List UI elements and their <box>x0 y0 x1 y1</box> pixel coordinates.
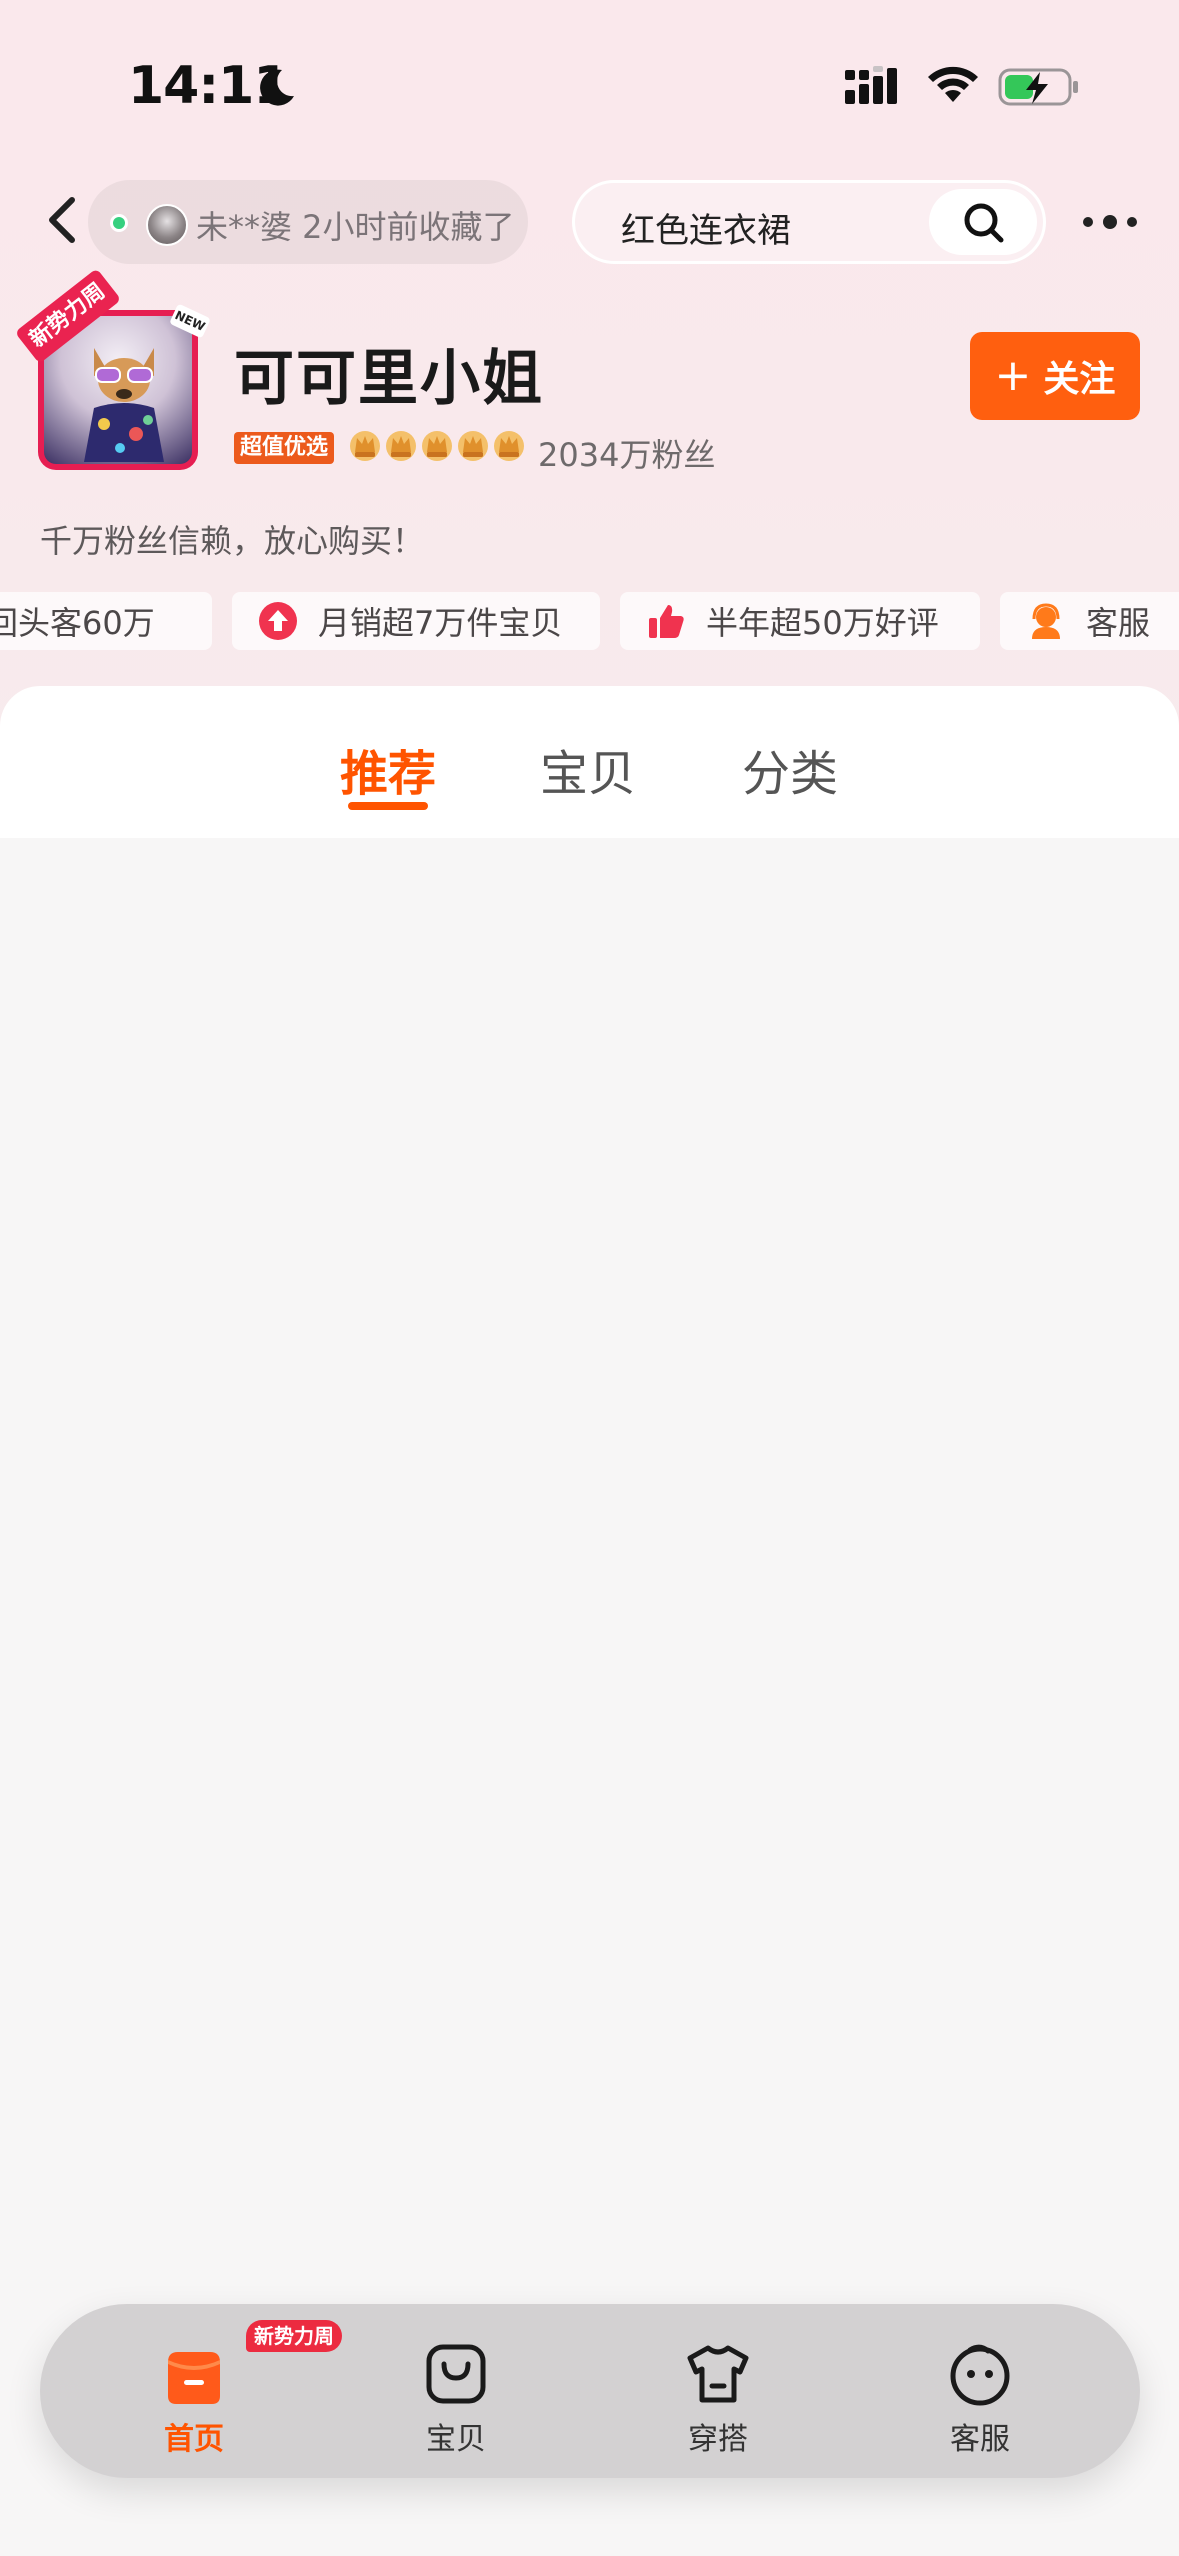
nav-label: 宝贝 <box>426 2422 486 2457</box>
crown-icon <box>386 431 416 461</box>
nav-home[interactable]: 新势力周 首页 <box>94 2304 342 2478</box>
home-shop-icon <box>168 2352 220 2404</box>
shop-highlights-row[interactable]: 回头客60万 月销超7万件宝贝 半年超50万好评 客服 <box>0 592 1179 650</box>
follow-label: 关注 <box>1043 359 1116 400</box>
search-text: 红色连衣裙 <box>621 211 791 251</box>
highlight-chip[interactable]: 客服 <box>1000 592 1179 650</box>
fans-count: 2034万粉丝 <box>538 436 716 474</box>
nav-outfit[interactable]: 穿搭 <box>618 2304 818 2478</box>
search-icon <box>964 203 1004 243</box>
highlight-label: 客服 <box>1086 604 1151 642</box>
shop-logo[interactable]: 新势力周 NEW <box>14 268 211 476</box>
crown-icon <box>494 431 524 461</box>
thumbs-up-icon <box>649 605 684 638</box>
bottom-navigation: 新势力周 首页 宝贝 穿搭 客服 <box>40 2304 1140 2478</box>
shop-name: 可可里小姐 <box>234 344 544 414</box>
shop-level-crowns <box>348 428 526 464</box>
cellular-signal-icon <box>845 66 897 104</box>
tab-category[interactable]: 分类 <box>742 734 838 804</box>
visitor-text: 未**婆 2小时前收藏了 <box>196 208 515 246</box>
moon-icon <box>260 69 294 106</box>
search-input[interactable]: 红色连衣裙 <box>572 180 1046 264</box>
service-face-icon <box>950 2344 1010 2406</box>
up-arrow-icon <box>259 602 297 640</box>
visitor-avatar <box>146 204 188 246</box>
back-arrow-icon[interactable] <box>40 192 84 248</box>
customer-service-icon <box>1032 603 1060 639</box>
nav-label: 穿搭 <box>688 2422 748 2457</box>
tab-recommend[interactable]: 推荐 <box>340 734 436 804</box>
shopping-bag-icon <box>426 2344 486 2404</box>
highlight-chip[interactable]: 回头客60万 <box>0 592 212 650</box>
value-select-badge: 超值优选 <box>234 432 335 464</box>
more-options-icon[interactable] <box>1082 210 1138 234</box>
tab-items[interactable]: 宝贝 <box>540 734 636 804</box>
crown-icon <box>458 431 488 461</box>
follow-button[interactable]: + 关注 <box>970 332 1140 420</box>
plus-icon: + <box>994 350 1032 401</box>
nav-items[interactable]: 宝贝 <box>356 2304 556 2478</box>
home-event-badge: 新势力周 <box>246 2320 342 2352</box>
wifi-icon <box>928 66 978 102</box>
tshirt-icon <box>687 2345 749 2403</box>
battery-charging-icon <box>998 68 1078 106</box>
highlight-label: 半年超50万好评 <box>706 604 939 642</box>
active-tab-indicator <box>348 802 428 810</box>
recent-visitor-ticker[interactable]: 未**婆 2小时前收藏了 <box>88 180 528 264</box>
content-tabs: 推荐 宝贝 分类 <box>0 686 1179 838</box>
highlight-label: 月销超7万件宝贝 <box>318 604 563 642</box>
search-button[interactable] <box>929 189 1037 255</box>
crown-icon <box>422 431 452 461</box>
shop-slogan: 千万粉丝信赖，放心购买！ <box>40 522 425 560</box>
nav-service[interactable]: 客服 <box>880 2304 1080 2478</box>
highlight-chip[interactable]: 月销超7万件宝贝 <box>232 592 600 650</box>
nav-label: 客服 <box>950 2422 1010 2457</box>
crown-icon <box>350 431 380 461</box>
dog-mascot-icon <box>84 348 164 462</box>
online-dot-icon <box>110 214 128 232</box>
nav-label: 首页 <box>164 2422 224 2457</box>
highlight-chip[interactable]: 半年超50万好评 <box>620 592 980 650</box>
highlight-label: 回头客60万 <box>0 604 155 642</box>
